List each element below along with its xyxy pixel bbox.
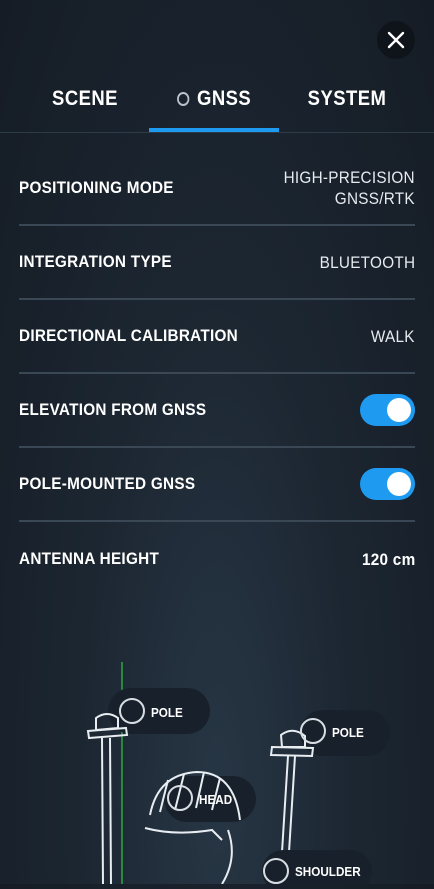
positioning-mode-row[interactable]: POSITIONING MODE HIGH-PRECISION GNSS/RTK [19,152,415,226]
tab-gnss-label: GNSS [197,87,252,110]
pole-left-label: POLE [151,705,183,720]
tab-bar: SCENE GNSS SYSTEM [0,70,434,133]
elevation-from-gnss-row: ELEVATION FROM GNSS [19,374,415,448]
mount-diagram [86,662,390,889]
integration-type-value: BLUETOOTH [319,252,415,272]
pole-right-label: POLE [332,725,364,740]
status-ring-icon [176,92,190,106]
positioning-mode-label: POSITIONING MODE [19,178,174,197]
tab-scene[interactable]: SCENE [37,84,134,114]
directional-calibration-label: DIRECTIONAL CALIBRATION [19,326,238,345]
pole-mounted-gnss-toggle[interactable] [360,468,415,500]
gnss-settings-list: POSITIONING MODE HIGH-PRECISION GNSS/RTK… [19,152,415,596]
directional-calibration-row[interactable]: DIRECTIONAL CALIBRATION WALK [19,300,415,374]
directional-calibration-value: WALK [371,326,415,346]
active-tab-indicator [149,128,279,132]
tab-system[interactable]: SYSTEM [295,84,399,114]
elevation-from-gnss-label: ELEVATION FROM GNSS [19,400,207,419]
close-button[interactable] [377,21,415,59]
integration-type-row[interactable]: INTEGRATION TYPE BLUETOOTH [19,226,415,300]
pole-mounted-gnss-label: POLE-MOUNTED GNSS [19,474,196,493]
tab-system-label: SYSTEM [307,87,387,110]
elevation-from-gnss-toggle[interactable] [360,394,415,426]
antenna-mount-illustration: POLE POLE HEAD SHOULDER [0,600,434,889]
integration-type-label: INTEGRATION TYPE [19,252,172,271]
antenna-height-value: 120 cm [361,549,415,569]
left-pole-drawing [86,713,129,885]
positioning-mode-value: HIGH-PRECISION GNSS/RTK [283,168,415,208]
tab-gnss[interactable]: GNSS [158,84,271,114]
antenna-height-row[interactable]: ANTENNA HEIGHT 120 cm [19,522,415,596]
pole-mounted-gnss-row: POLE-MOUNTED GNSS [19,448,415,522]
close-icon [387,31,405,49]
head-label: HEAD [199,792,233,807]
toggle-knob [387,398,411,422]
shoulder-label: SHOULDER [295,864,361,879]
antenna-height-label: ANTENNA HEIGHT [19,549,160,568]
toggle-knob [387,472,411,496]
tab-scene-label: SCENE [52,87,118,110]
